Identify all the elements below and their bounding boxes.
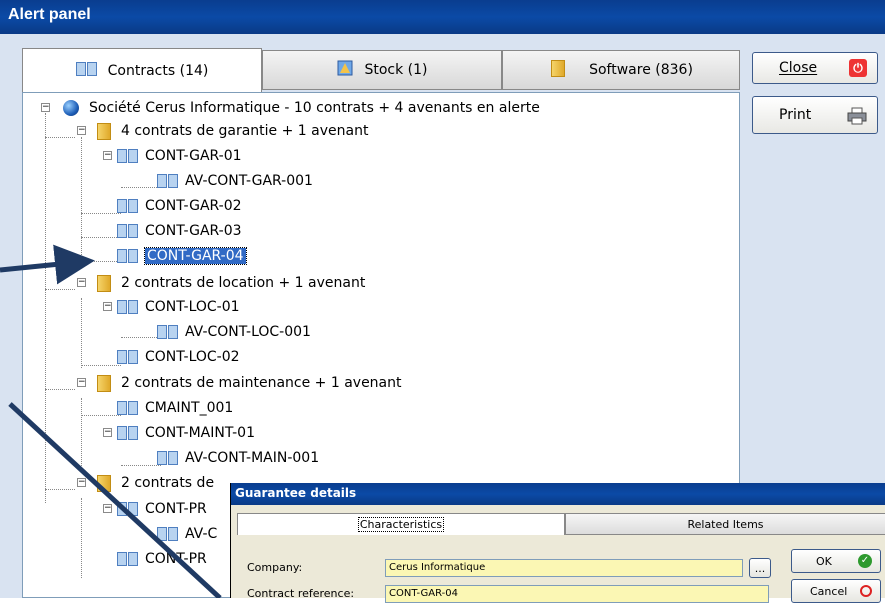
globe-icon — [63, 100, 79, 116]
tab-label: Stock (1) — [364, 62, 428, 78]
tree-node-contract[interactable]: CONT-GAR-03 — [117, 221, 242, 241]
tab-label: Software (836) — [589, 62, 693, 78]
stock-icon — [336, 59, 354, 81]
tab-label: Contracts (14) — [107, 62, 209, 79]
tree-node-group[interactable]: 2 contrats de — [95, 473, 214, 493]
book-icon — [117, 400, 139, 416]
tree-node-group[interactable]: 2 contrats de location + 1 avenant — [95, 273, 365, 293]
alert-panel-window: Alert panel Contracts (14) Stock (1) Sof… — [0, 0, 885, 603]
book-icon — [157, 526, 179, 542]
tab-strip: Contracts (14) Stock (1) Software (836) — [22, 48, 740, 92]
collapse-toggle[interactable]: − — [77, 278, 86, 287]
tree-node-contract[interactable]: CONT-GAR-01 — [117, 146, 242, 166]
book-icon — [157, 324, 179, 340]
print-button[interactable]: Print — [752, 96, 878, 134]
book-icon — [117, 198, 139, 214]
collapse-toggle[interactable]: − — [103, 428, 112, 437]
book-icon — [117, 551, 139, 567]
collapse-toggle[interactable]: − — [77, 378, 86, 387]
dialog-title-bar: Guarantee details — [231, 483, 885, 505]
book-icon — [75, 61, 98, 81]
tree-node-contract[interactable]: CONT-MAINT-01 — [117, 423, 255, 443]
tree-node-contract[interactable]: CONT-LOC-01 — [117, 297, 240, 317]
tree-node-group[interactable]: 2 contrats de maintenance + 1 avenant — [95, 373, 402, 393]
collapse-toggle[interactable]: − — [103, 302, 112, 311]
book-icon — [117, 425, 139, 441]
collapse-toggle[interactable]: − — [103, 504, 112, 513]
book-icon — [157, 450, 179, 466]
tree-node-amendment[interactable]: AV-CONT-MAIN-001 — [157, 448, 319, 468]
book-icon — [117, 248, 139, 264]
tree-node-contract[interactable]: CONT-PR — [117, 549, 207, 569]
collapse-toggle[interactable]: − — [77, 478, 86, 487]
check-icon: ✓ — [858, 554, 872, 568]
collapse-toggle[interactable]: − — [77, 126, 86, 135]
tree-node-amendment[interactable]: AV-C — [157, 524, 217, 544]
collapse-toggle[interactable]: − — [103, 151, 112, 160]
tab-characteristics[interactable]: Characteristics — [237, 513, 565, 535]
company-label: Company: — [247, 561, 303, 574]
company-field[interactable]: Cerus Informatique — [385, 559, 743, 577]
collapse-toggle[interactable]: − — [41, 103, 50, 112]
folder-icon — [95, 274, 115, 292]
folder-icon — [549, 59, 579, 81]
book-icon — [117, 223, 139, 239]
book-icon — [117, 349, 139, 365]
folder-icon — [95, 474, 115, 492]
book-icon — [117, 501, 139, 517]
window-title: Alert panel — [8, 6, 91, 23]
tree-node-group[interactable]: 4 contrats de garantie + 1 avenant — [95, 121, 368, 141]
browse-company-button[interactable]: ... — [749, 558, 771, 578]
folder-icon — [95, 122, 115, 140]
cancel-button[interactable]: Cancel — [791, 579, 881, 603]
tab-stock[interactable]: Stock (1) — [262, 50, 502, 90]
tab-related-items[interactable]: Related Items — [565, 513, 885, 535]
printer-icon — [847, 107, 867, 125]
tree-node-amendment[interactable]: AV-CONT-LOC-001 — [157, 322, 311, 342]
tab-software[interactable]: Software (836) — [502, 50, 740, 90]
dialog-title: Guarantee details — [235, 486, 357, 500]
tab-contracts[interactable]: Contracts (14) — [22, 48, 262, 92]
tree-node-contract[interactable]: CMAINT_001 — [117, 398, 233, 418]
tree-node-contract[interactable]: CONT-GAR-02 — [117, 196, 242, 216]
tree-node-root[interactable]: Société Cerus Informatique - 10 contrats… — [63, 98, 540, 118]
book-icon — [117, 148, 139, 164]
book-icon — [117, 299, 139, 315]
book-icon — [157, 173, 179, 189]
ok-button[interactable]: OK ✓ — [791, 549, 881, 573]
guarantee-details-dialog: Guarantee details Characteristics Relate… — [230, 483, 885, 603]
tree-node-contract[interactable]: CONT-LOC-02 — [117, 347, 240, 367]
tree-node-contract-selected[interactable]: CONT-GAR-04 — [117, 246, 247, 266]
tree-node-contract[interactable]: CONT-PR — [117, 499, 207, 519]
contract-reference-field[interactable]: CONT-GAR-04 — [385, 585, 769, 603]
title-bar: Alert panel — [0, 0, 885, 34]
power-icon: ⏻ — [849, 59, 867, 77]
cancel-icon — [860, 585, 872, 597]
close-button[interactable]: Close ⏻ — [752, 52, 878, 84]
tree-node-amendment[interactable]: AV-CONT-GAR-001 — [157, 171, 313, 191]
contract-reference-label: Contract reference: — [247, 587, 355, 600]
folder-icon — [95, 374, 115, 392]
